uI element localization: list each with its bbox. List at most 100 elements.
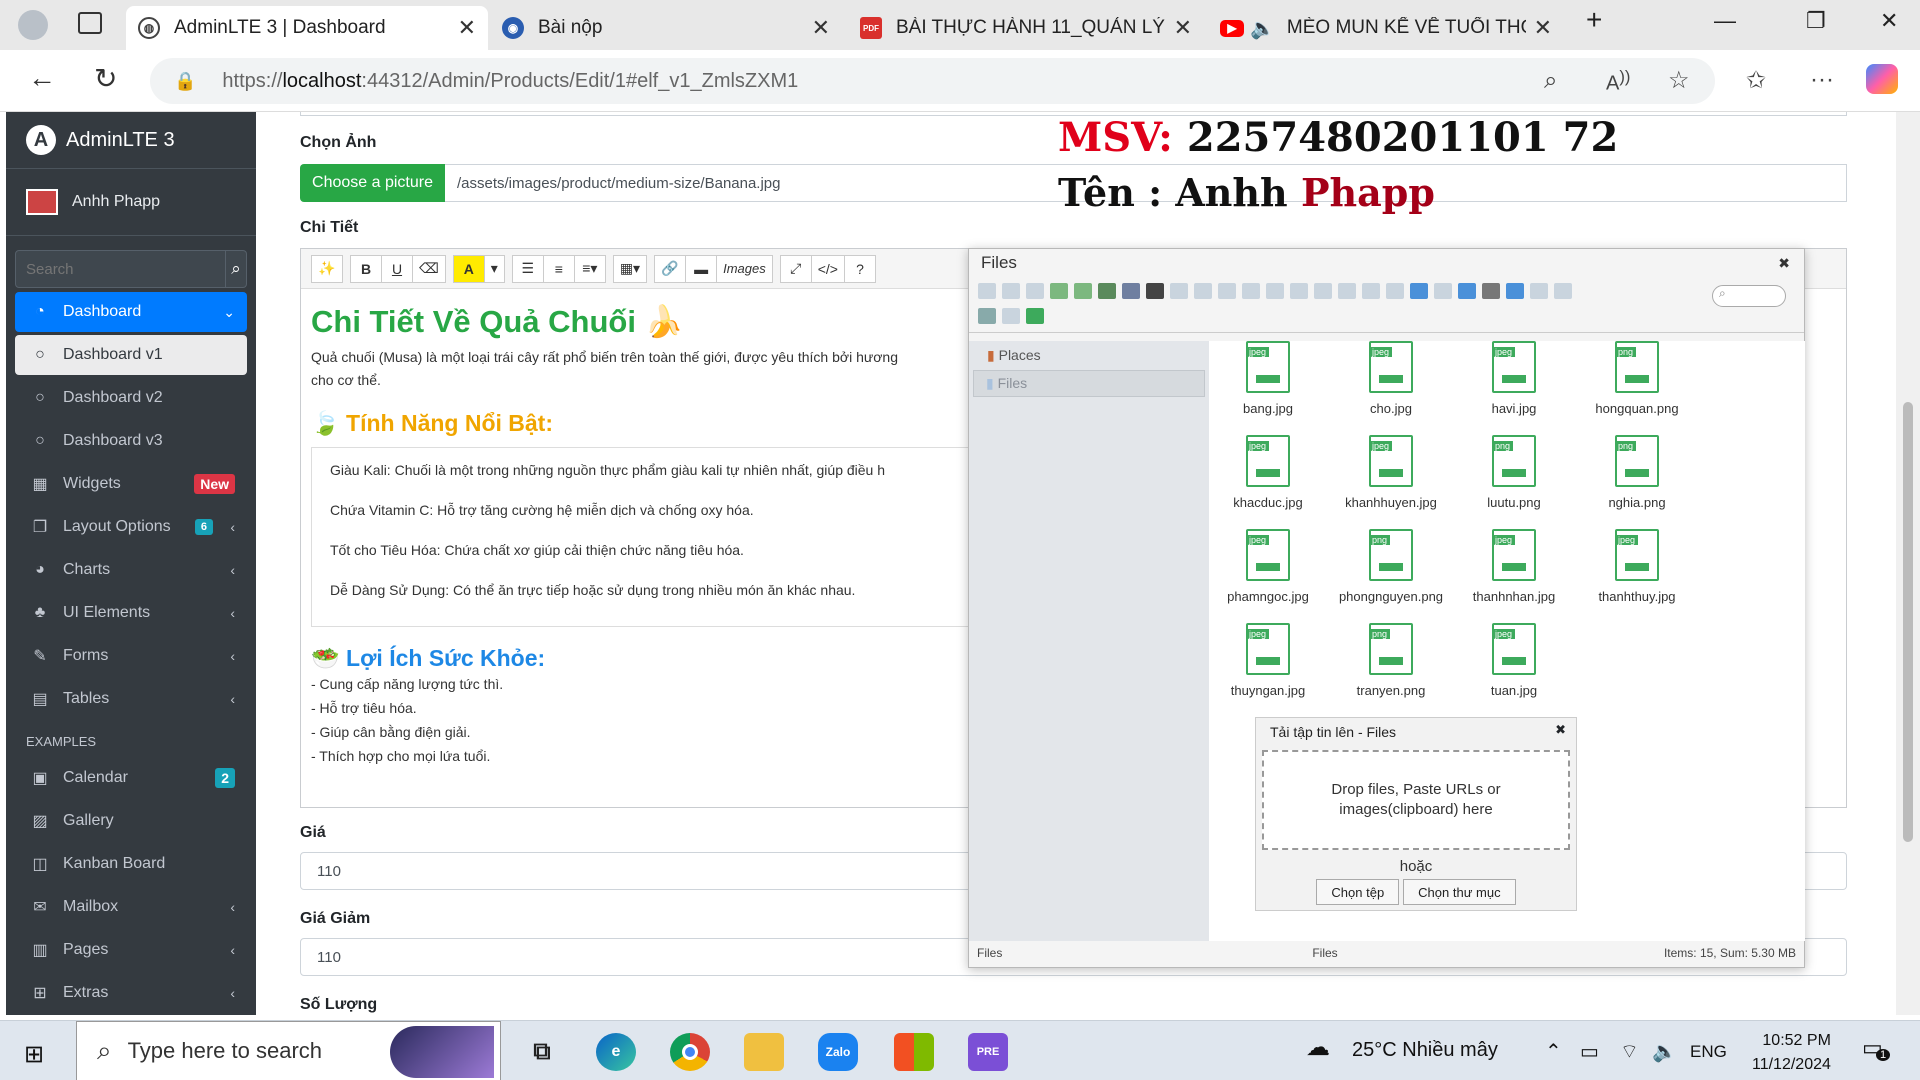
close-upload-icon[interactable]: ✖ xyxy=(1555,722,1566,738)
fullscreen-icon[interactable] xyxy=(1026,308,1044,324)
read-aloud-icon[interactable]: A)) xyxy=(1606,67,1630,96)
language-indicator[interactable]: ENG xyxy=(1690,1042,1727,1062)
file-item[interactable]: jpeg khacduc.jpg xyxy=(1208,435,1328,510)
fullscreen-button[interactable]: ⤢ xyxy=(779,254,812,283)
favorite-star-icon[interactable]: ☆ xyxy=(1668,66,1690,95)
tab-actions-icon[interactable] xyxy=(78,12,102,34)
list-view-icon[interactable] xyxy=(1434,283,1452,299)
undo-icon[interactable] xyxy=(1194,283,1212,299)
download-icon[interactable] xyxy=(1050,283,1068,299)
sidebar-item-calendar[interactable]: ▣ Calendar 2 xyxy=(15,758,247,798)
unordered-list-button[interactable]: ☰ xyxy=(511,254,544,283)
file-item[interactable]: png phongnguyen.png xyxy=(1331,529,1451,604)
store-icon[interactable] xyxy=(894,1033,934,1071)
close-tab-icon[interactable]: ✕ xyxy=(1174,15,1192,41)
images-button[interactable]: Images xyxy=(716,254,773,283)
url-input[interactable]: 🔒 https://localhost:44312/Admin/Products… xyxy=(150,58,1715,104)
search-icon[interactable]: ⌕ xyxy=(226,250,247,288)
redo-icon[interactable] xyxy=(1218,283,1236,299)
paste-icon[interactable] xyxy=(1290,283,1308,299)
open-icon[interactable] xyxy=(1122,283,1140,299)
file-explorer-icon[interactable] xyxy=(744,1033,784,1071)
minimize-icon[interactable]: — xyxy=(1714,8,1736,34)
back-icon[interactable] xyxy=(978,283,996,299)
clear-format-button[interactable]: ⌫ xyxy=(412,254,446,283)
speaker-icon[interactable]: 🔈 xyxy=(1250,16,1275,41)
sort-icon[interactable] xyxy=(1458,283,1476,299)
save-icon[interactable] xyxy=(1098,283,1116,299)
sidebar-item-forms[interactable]: ✎ Forms ‹ xyxy=(15,636,247,676)
sidebar-search-input[interactable] xyxy=(15,250,226,288)
close-tab-icon[interactable]: ✕ xyxy=(812,15,830,41)
ordered-list-button[interactable]: ≡ xyxy=(542,254,575,283)
tab-meo-mun[interactable]: ▶ 🔈 MÈO MUN KỂ VỀ TUỔI THƠ ✕ xyxy=(1208,6,1564,50)
more-icon[interactable]: ··· xyxy=(1810,66,1834,94)
choose-folder-button[interactable]: Chọn thư mục xyxy=(1403,879,1516,905)
close-tab-icon[interactable]: ✕ xyxy=(1534,15,1552,41)
sidebar-item-pages[interactable]: ▥ Pages ‹ xyxy=(15,930,247,970)
file-item[interactable]: jpeg havi.jpg xyxy=(1454,341,1574,416)
battery-icon[interactable]: ▭ xyxy=(1580,1039,1599,1064)
restore-icon[interactable]: ❐ xyxy=(1806,8,1826,34)
file-item[interactable]: png nghia.png xyxy=(1577,435,1697,510)
preferences-icon[interactable] xyxy=(1002,308,1020,324)
info-icon[interactable] xyxy=(1506,283,1524,299)
clock[interactable]: 10:52 PM 11/12/2024 xyxy=(1752,1029,1831,1077)
preview-eye-icon[interactable] xyxy=(1482,283,1500,299)
favorites-icon[interactable]: ✩ xyxy=(1746,66,1766,95)
color-dropdown-icon[interactable]: ▾ xyxy=(483,254,505,283)
file-item[interactable]: jpeg phamngoc.jpg xyxy=(1208,529,1328,604)
sidebar-item-charts[interactable]: ◕ Charts ‹ xyxy=(15,550,247,590)
page-scrollbar-thumb[interactable] xyxy=(1903,402,1913,842)
disk-icon[interactable] xyxy=(1146,283,1164,299)
link-button[interactable]: 🔗 xyxy=(654,254,687,283)
sidebar-item-layout-options[interactable]: ❐ Layout Options 6 ‹ xyxy=(15,507,247,547)
sidebar-item-extras[interactable]: ⊞ Extras ‹ xyxy=(15,973,247,1013)
color-button[interactable]: A xyxy=(452,254,485,283)
choose-file-button[interactable]: Chọn tệp xyxy=(1316,879,1400,905)
style-magic-icon[interactable]: ✨ xyxy=(311,254,343,283)
video-button[interactable]: ▬ xyxy=(685,254,718,283)
copy-icon[interactable] xyxy=(1242,283,1260,299)
refresh-icon[interactable]: ↻ xyxy=(94,62,117,95)
taskbar-search[interactable]: ⌕ Type here to search xyxy=(76,1021,501,1080)
archive-icon[interactable] xyxy=(1554,283,1572,299)
extract-icon[interactable] xyxy=(1530,283,1548,299)
rename-icon[interactable] xyxy=(1338,283,1356,299)
new-tab-icon[interactable]: + xyxy=(1586,4,1602,36)
file-item[interactable]: jpeg thanhnhan.jpg xyxy=(1454,529,1574,604)
task-view-icon[interactable]: ⧉ xyxy=(522,1033,562,1071)
file-search-input[interactable]: ⌕ xyxy=(1712,285,1786,307)
table-button[interactable]: ▦▾ xyxy=(612,254,648,283)
sidebar-item-mailbox[interactable]: ✉ Mailbox ‹ xyxy=(15,887,247,927)
sidebar-item-ui-elements[interactable]: ♣ UI Elements ‹ xyxy=(15,593,247,633)
file-item[interactable]: png luutu.png xyxy=(1454,435,1574,510)
drop-zone[interactable]: Drop files, Paste URLs or images(clipboa… xyxy=(1262,750,1570,850)
sidebar-item-tables[interactable]: ▤ Tables ‹ xyxy=(15,679,247,719)
visual-studio-icon[interactable]: PRE xyxy=(968,1033,1008,1071)
edge-icon[interactable]: e xyxy=(596,1033,636,1071)
volume-icon[interactable]: 🔈 xyxy=(1652,1039,1677,1064)
sidebar-item-dashboard-v2[interactable]: ○ Dashboard v2 xyxy=(15,378,247,418)
duplicate-icon[interactable] xyxy=(1314,283,1332,299)
sidebar-item-kanban[interactable]: ◫ Kanban Board xyxy=(15,844,247,884)
view-list-icon[interactable] xyxy=(978,308,996,324)
files-root-item[interactable]: ▮ Files xyxy=(973,370,1205,397)
close-window-icon[interactable]: ✕ xyxy=(1880,8,1898,34)
upload-icon[interactable] xyxy=(1074,283,1092,299)
profile-icon[interactable] xyxy=(18,10,48,40)
file-item[interactable]: jpeg thuyngan.jpg xyxy=(1208,623,1328,698)
notification-icon[interactable]: ▭ 1 xyxy=(1862,1035,1891,1061)
file-item[interactable]: jpeg thanhthuy.jpg xyxy=(1577,529,1697,604)
file-item[interactable]: jpeg khanhhuyen.jpg xyxy=(1331,435,1451,510)
file-item[interactable]: png tranyen.png xyxy=(1331,623,1451,698)
close-tab-icon[interactable]: ✕ xyxy=(458,15,476,41)
close-dialog-icon[interactable]: ✖ xyxy=(1778,255,1790,272)
grid-view-icon[interactable] xyxy=(1410,283,1428,299)
windows-start-icon[interactable]: ⊞ xyxy=(24,1040,44,1069)
file-item[interactable]: jpeg cho.jpg xyxy=(1331,341,1451,416)
copilot-icon[interactable] xyxy=(1866,64,1898,94)
page-scrollbar[interactable] xyxy=(1896,112,1920,1015)
sidebar-item-dashboard-v3[interactable]: ○ Dashboard v3 xyxy=(15,421,247,461)
weather-icon[interactable]: ☁ xyxy=(1306,1033,1330,1062)
